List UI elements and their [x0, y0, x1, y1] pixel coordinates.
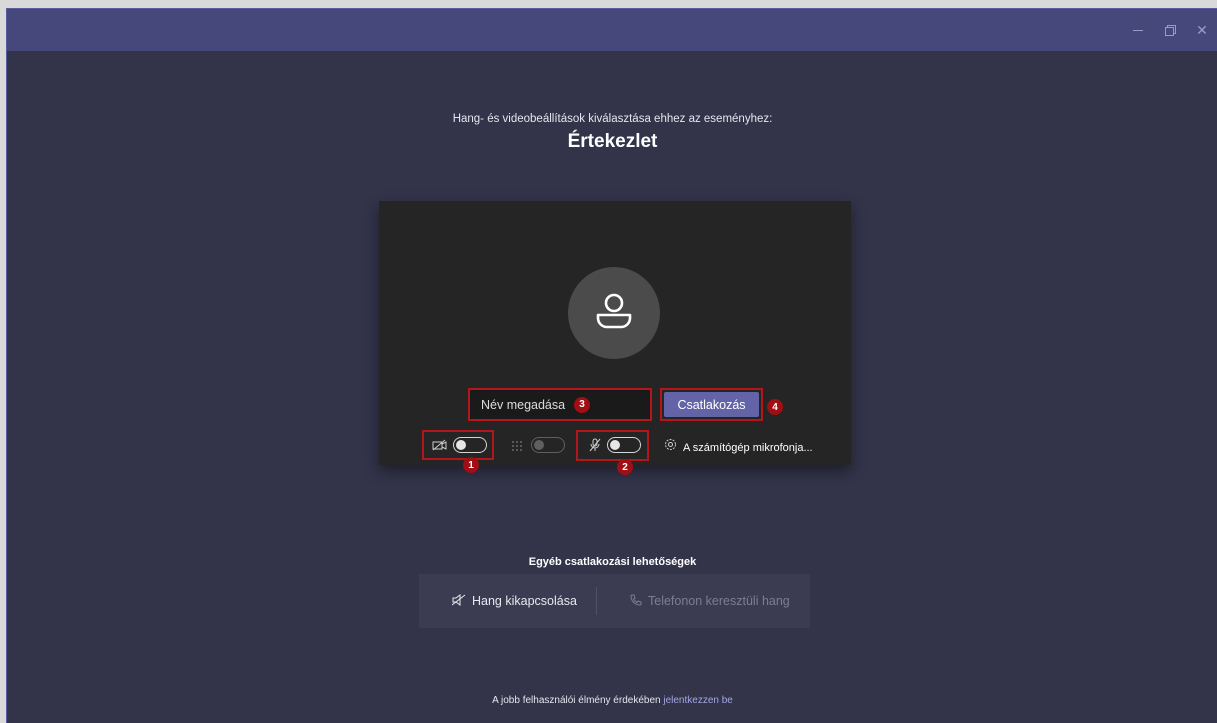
other-join-options: Hang kikapcsolása Telefonon keresztüli h…	[419, 574, 810, 628]
background-blur-toggle[interactable]	[531, 437, 565, 453]
footer: A jobb felhasználói élmény érdekében jel…	[7, 695, 1217, 706]
name-input-placeholder: Név megadása	[481, 397, 566, 412]
audio-off-option[interactable]: Hang kikapcsolása	[451, 574, 577, 628]
video-preview: Név megadása 3 Csatlakozás 4 1 2 A számí…	[379, 201, 851, 475]
join-button-highlight: Csatlakozás	[660, 388, 763, 421]
name-input[interactable]: Név megadása 3	[468, 388, 652, 421]
mic-device-selector[interactable]: A számítógép mikrofonja...	[683, 442, 813, 454]
annotation-badge-1: 1	[463, 457, 479, 473]
other-join-options-title: Egyéb csatlakozási lehetőségek	[528, 556, 697, 568]
gear-icon[interactable]	[664, 438, 677, 454]
phone-icon	[630, 594, 642, 609]
join-button[interactable]: Csatlakozás	[664, 392, 759, 417]
footer-text: A jobb felhasználói élmény érdekében	[492, 695, 661, 706]
sign-in-link[interactable]: jelentkezzen be	[663, 695, 733, 706]
audio-off-label: Hang kikapcsolása	[472, 594, 577, 608]
minimize-icon	[1133, 29, 1143, 31]
annotation-badge-3: 3	[574, 396, 591, 413]
divider	[596, 587, 597, 615]
annotation-badge-4: 4	[767, 399, 783, 415]
mic-toggle[interactable]	[607, 437, 641, 453]
meeting-title: Értekezlet	[567, 131, 658, 152]
restore-icon	[1165, 25, 1176, 36]
video-toggle[interactable]	[453, 437, 487, 453]
video-off-icon	[432, 439, 447, 454]
speaker-off-icon	[451, 593, 466, 609]
restore-button[interactable]	[1154, 9, 1186, 51]
phone-audio-label: Telefonon keresztüli hang	[648, 594, 790, 608]
background-blur-icon	[511, 440, 524, 455]
close-icon: ✕	[1196, 21, 1208, 38]
minimize-button[interactable]	[1122, 9, 1154, 51]
title-bar: ✕	[7, 9, 1217, 51]
phone-audio-option[interactable]: Telefonon keresztüli hang	[630, 574, 790, 628]
close-button[interactable]: ✕	[1186, 9, 1217, 51]
window-controls: ✕	[1122, 9, 1217, 51]
person-icon	[596, 293, 632, 329]
page-subtitle: Hang- és videobeállítások kiválasztása e…	[452, 113, 773, 125]
mic-off-icon	[589, 438, 601, 455]
annotation-badge-2: 2	[617, 459, 633, 475]
avatar	[568, 267, 660, 359]
app-window: ✕ Hang- és videobeállítások kiválasztása…	[6, 8, 1217, 723]
